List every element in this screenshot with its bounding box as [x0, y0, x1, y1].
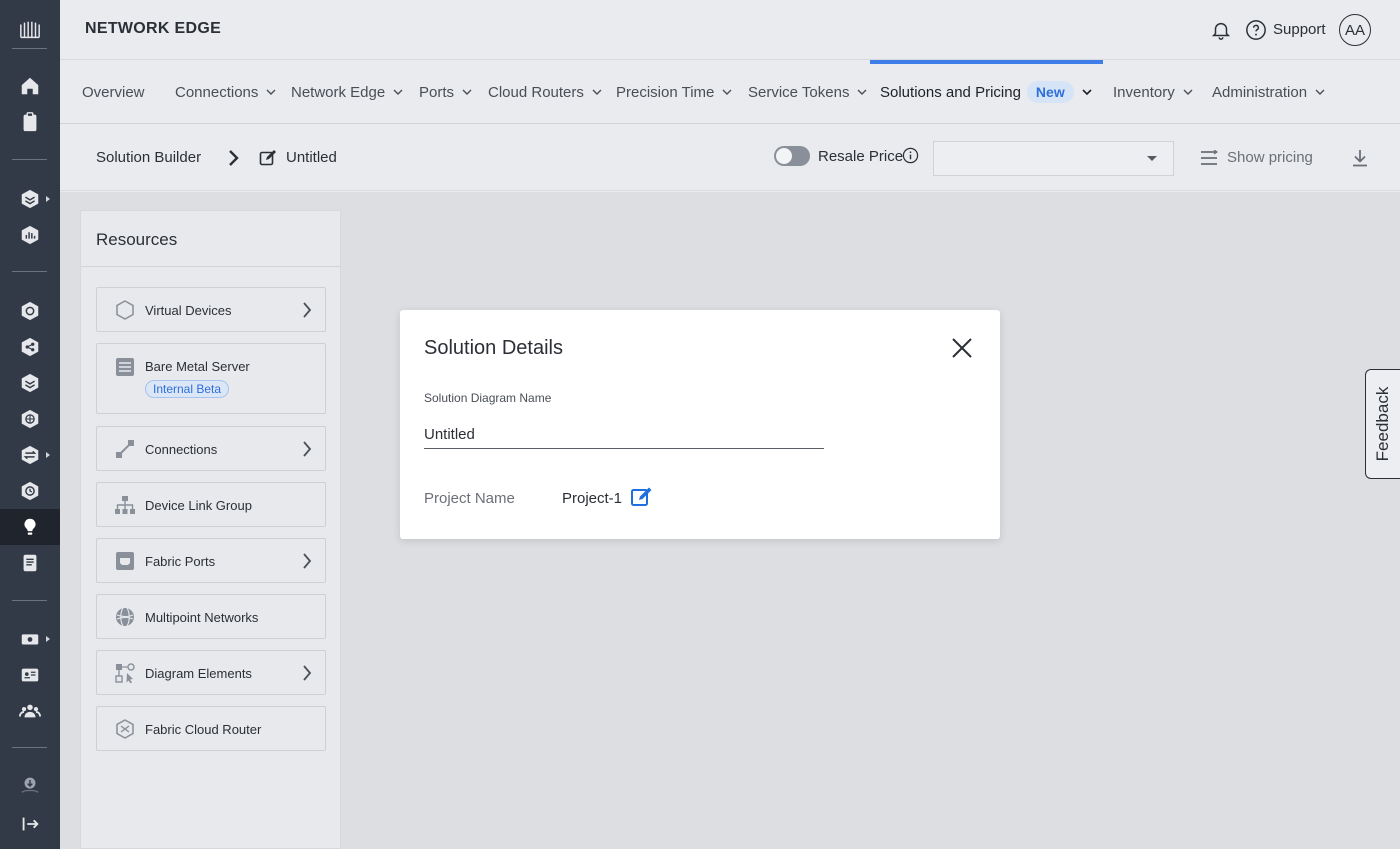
resource-multipoint-networks[interactable]: Multipoint Networks — [96, 594, 326, 639]
share-nodes-icon[interactable] — [0, 329, 60, 365]
support-link[interactable]: Support — [1273, 21, 1326, 38]
help-circle-icon[interactable] — [1245, 19, 1267, 41]
cloud-router-icon — [116, 719, 134, 739]
show-pricing-button[interactable]: Show pricing — [1227, 149, 1313, 166]
chevron-right-icon — [303, 665, 312, 681]
main-nav: Overview Connections Network Edge Ports … — [60, 60, 1400, 124]
chevron-down-icon — [722, 89, 732, 95]
resources-panel: Resources Virtual Devices Bare Metal Ser… — [80, 210, 341, 849]
chevron-right-icon — [303, 441, 312, 457]
id-card-icon[interactable] — [0, 657, 60, 693]
users-icon[interactable] — [0, 693, 60, 729]
chevron-down-icon — [592, 89, 602, 95]
edit-project-icon[interactable] — [631, 487, 653, 507]
resource-fabric-ports[interactable]: Fabric Ports — [96, 538, 326, 583]
layers-icon[interactable] — [0, 365, 60, 401]
chevron-right-icon — [229, 150, 239, 166]
caret-down-icon — [1147, 156, 1157, 161]
resale-price-label: Resale Price — [818, 148, 904, 165]
user-avatar[interactable]: AA — [1339, 14, 1371, 46]
notification-bell-icon[interactable] — [1210, 19, 1232, 41]
server-icon — [116, 358, 134, 376]
exchange-icon[interactable] — [0, 437, 60, 473]
project-name-label: Project Name — [424, 490, 515, 507]
tab-overview[interactable]: Overview — [82, 60, 145, 124]
equinix-logo-icon[interactable] — [0, 12, 60, 48]
connection-link-icon — [116, 440, 134, 458]
tab-cloud-routers[interactable]: Cloud Routers — [488, 60, 602, 124]
info-icon[interactable] — [902, 147, 919, 164]
chevron-right-icon — [303, 302, 312, 318]
solution-name-label: Solution Diagram Name — [424, 391, 552, 405]
port-icon — [116, 552, 134, 570]
tab-service-tokens[interactable]: Service Tokens — [748, 60, 867, 124]
hexagon-outline-icon — [116, 300, 134, 320]
hierarchy-icon — [115, 496, 135, 514]
clipboard-icon[interactable] — [0, 104, 60, 140]
solution-name-input[interactable] — [424, 420, 824, 449]
chevron-down-icon — [1082, 89, 1092, 96]
list-lines-icon[interactable] — [1200, 150, 1218, 166]
network-edge-icon[interactable] — [0, 181, 60, 217]
tab-inventory[interactable]: Inventory — [1113, 60, 1193, 124]
tab-precision-time[interactable]: Precision Time — [616, 60, 732, 124]
currency-select[interactable] — [933, 141, 1174, 176]
chevron-down-icon — [393, 89, 403, 95]
clock-icon[interactable] — [0, 473, 60, 509]
resource-connections[interactable]: Connections — [96, 426, 326, 471]
chevron-down-icon — [266, 89, 276, 95]
globe-network-icon — [116, 607, 134, 627]
chevron-down-icon — [1315, 89, 1325, 95]
edit-icon[interactable] — [259, 149, 277, 167]
tab-network-edge[interactable]: Network Edge — [291, 60, 403, 124]
solution-toolbar: Solution Builder Untitled Resale Price S… — [60, 125, 1400, 191]
chevron-right-icon — [303, 553, 312, 569]
solution-details-modal: Solution Details Solution Diagram Name P… — [400, 310, 1000, 539]
close-icon[interactable] — [951, 337, 973, 359]
breadcrumb-solution-builder[interactable]: Solution Builder — [96, 149, 201, 166]
chevron-down-icon — [1183, 89, 1193, 95]
internal-beta-badge: Internal Beta — [145, 380, 230, 398]
resource-diagram-elements[interactable]: Diagram Elements — [96, 650, 326, 695]
resale-price-toggle[interactable] — [774, 146, 810, 166]
breadcrumb-current: Untitled — [286, 149, 337, 166]
modal-title: Solution Details — [424, 337, 563, 359]
download-cloud-icon[interactable] — [0, 767, 60, 803]
left-rail — [0, 0, 60, 849]
resource-virtual-devices[interactable]: Virtual Devices — [96, 287, 326, 332]
book-icon[interactable] — [0, 545, 60, 581]
chevron-down-icon — [857, 89, 867, 95]
diagram-elements-icon — [115, 663, 135, 683]
tab-administration[interactable]: Administration — [1212, 60, 1325, 124]
project-name-value: Project-1 — [562, 490, 623, 507]
brand-title: NETWORK EDGE — [85, 20, 222, 37]
resources-title: Resources — [96, 230, 178, 249]
new-badge: New — [1026, 81, 1074, 103]
tab-connections[interactable]: Connections — [175, 60, 276, 124]
tab-ports[interactable]: Ports — [419, 60, 472, 124]
expand-rail-icon[interactable] — [0, 806, 60, 842]
globe-icon[interactable] — [0, 401, 60, 437]
chevron-down-icon — [462, 89, 472, 95]
top-header: NETWORK EDGE Support AA — [60, 0, 1400, 60]
tab-solutions-and-pricing[interactable]: Solutions and Pricing New — [880, 60, 1092, 124]
billing-icon[interactable] — [0, 621, 60, 657]
resource-bare-metal-server[interactable]: Bare Metal Server Internal Beta — [96, 343, 326, 414]
resource-device-link-group[interactable]: Device Link Group — [96, 482, 326, 527]
download-icon[interactable] — [1352, 149, 1368, 167]
analytics-icon[interactable] — [0, 217, 60, 253]
lightbulb-icon[interactable] — [0, 509, 60, 545]
resource-fabric-cloud-router[interactable]: Fabric Cloud Router — [96, 706, 326, 751]
home-icon[interactable] — [0, 68, 60, 104]
fabric-icon[interactable] — [0, 293, 60, 329]
feedback-tab[interactable]: Feedback — [1365, 369, 1400, 479]
